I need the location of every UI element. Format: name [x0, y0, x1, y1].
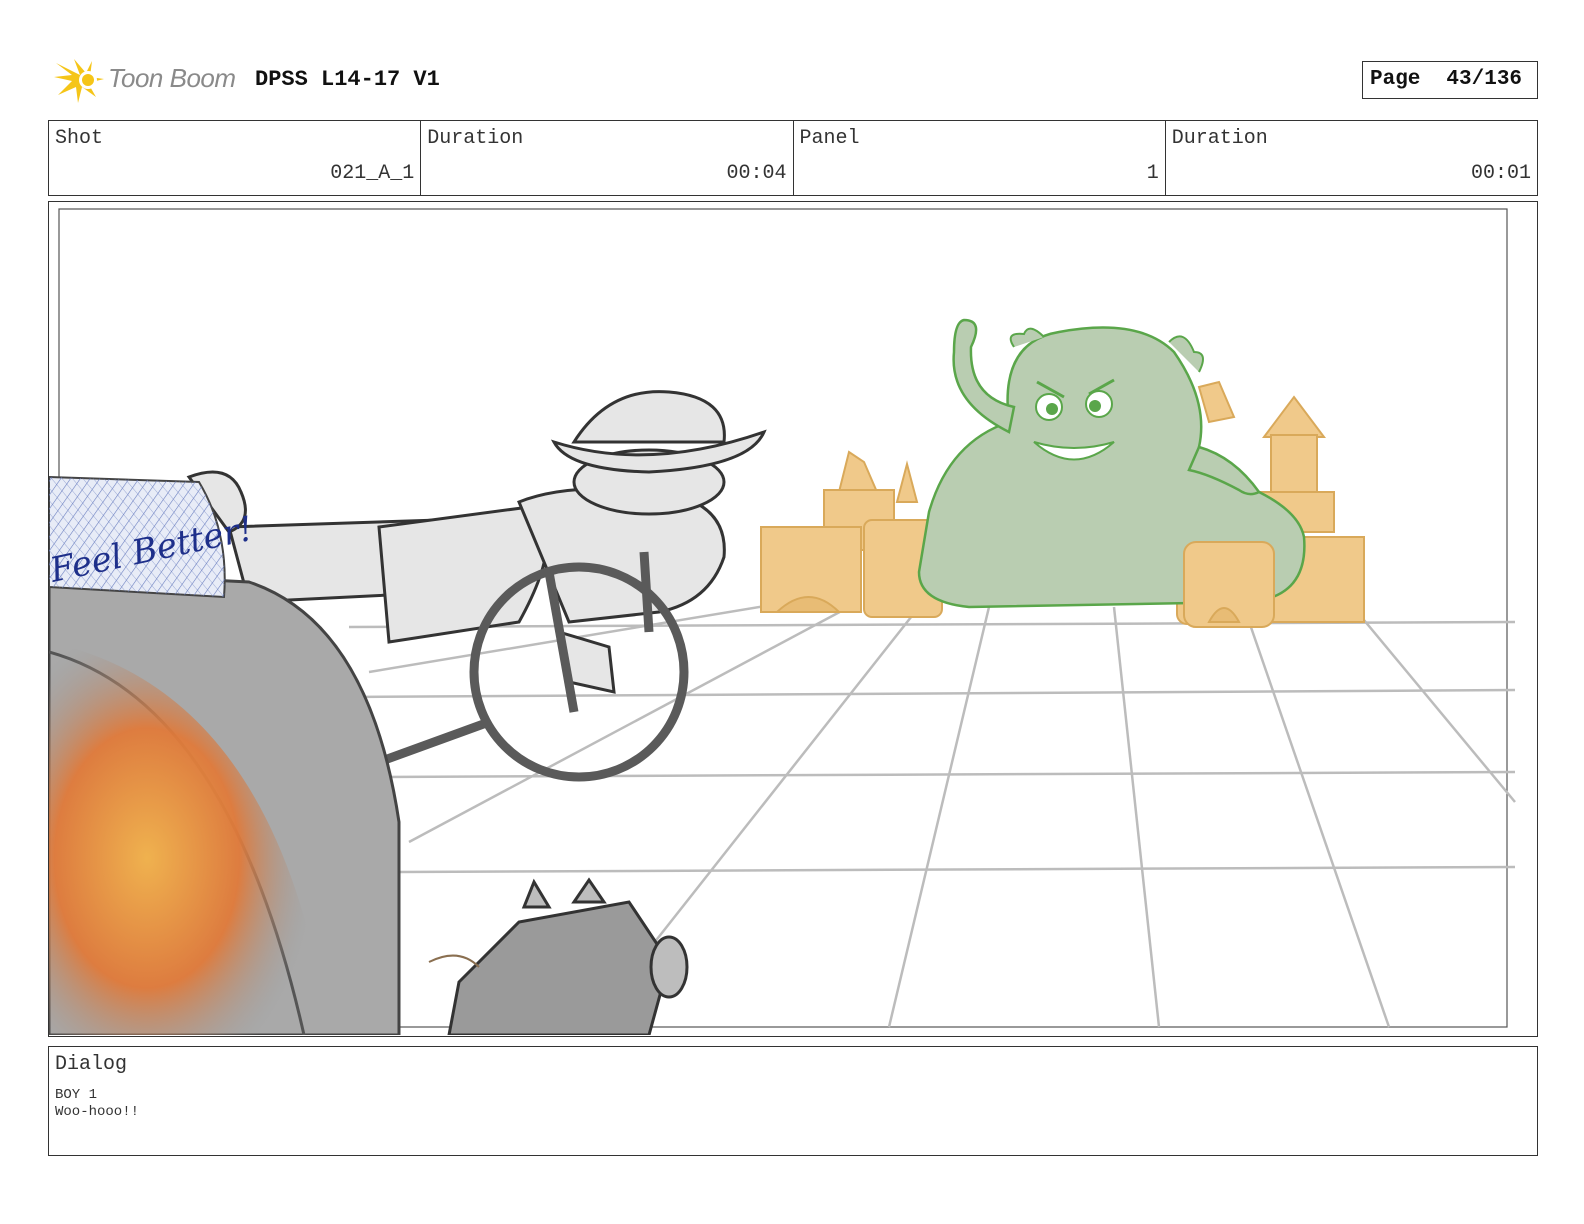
toon-boom-logo: Toon Boom	[52, 55, 242, 105]
panel-duration-cell: Duration 00:01	[1164, 121, 1537, 195]
project-title: DPSS L14-17 V1	[255, 67, 440, 92]
storyboard-panel: Feel Better!	[48, 201, 1538, 1037]
sandcastles-left	[760, 450, 943, 618]
dialog-line: Woo-hooo!!	[55, 1104, 140, 1120]
page-label: Page	[1370, 68, 1421, 91]
shot-duration-cell: Duration 00:04	[420, 121, 792, 195]
shot-duration-value: 00:04	[726, 162, 787, 185]
storyboard-header: Toon Boom DPSS L14-17 V1 Page 43/136	[48, 55, 1538, 105]
dialog-box: Dialog BOY 1 Woo-hooo!!	[48, 1046, 1538, 1156]
shot-cell: Shot 021_A_1	[49, 121, 420, 195]
page-value: 43/136	[1446, 68, 1523, 91]
panel-label: Panel	[799, 127, 860, 150]
dialog-label: Dialog	[55, 1053, 128, 1076]
panel-duration-value: 00:01	[1470, 162, 1531, 185]
sandcastles-front	[1183, 541, 1275, 628]
logo-text: Toon Boom	[108, 63, 236, 93]
panel-drawing: Feel Better!	[49, 208, 1516, 1035]
shot-label: Shot	[55, 127, 104, 150]
shot-info-table: Shot 021_A_1 Duration 00:04 Panel 1 Dura…	[48, 120, 1538, 196]
shot-duration-label: Duration	[427, 127, 524, 150]
panel-cell: Panel 1	[792, 121, 1165, 195]
shot-value: 021_A_1	[330, 162, 415, 185]
toon-boom-logo-icon	[54, 59, 104, 103]
panel-duration-label: Duration	[1171, 127, 1268, 150]
panel-value: 1	[1146, 162, 1159, 185]
small-toy-car	[428, 877, 689, 1035]
page-indicator: Page 43/136	[1362, 61, 1538, 99]
dialog-speaker: BOY 1	[55, 1087, 98, 1103]
